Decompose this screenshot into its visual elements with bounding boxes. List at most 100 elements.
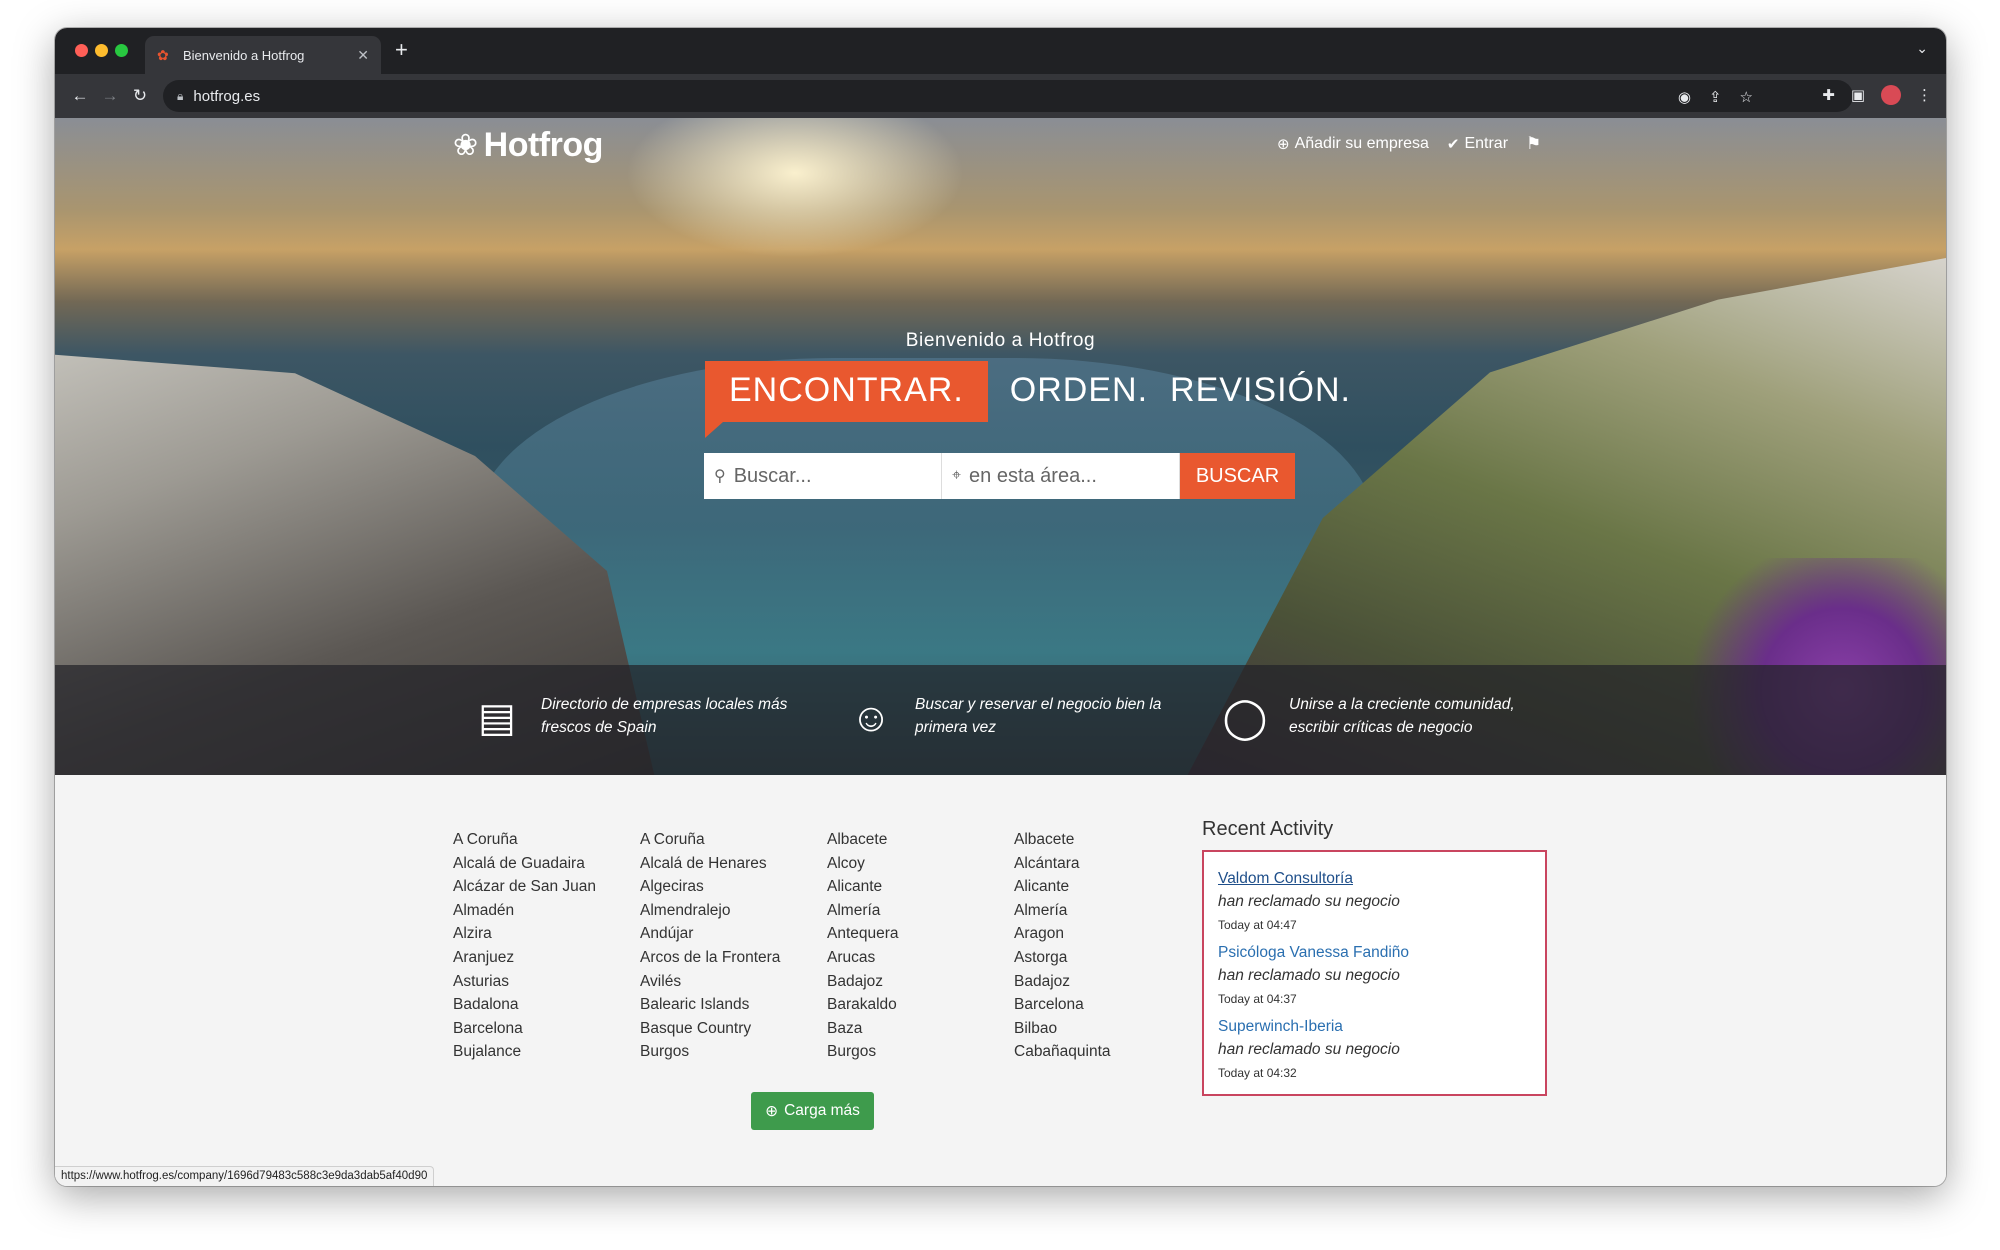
location-link[interactable]: Almadén — [453, 899, 640, 923]
activity-business-link[interactable]: Superwinch-Iberia — [1218, 1016, 1531, 1038]
flag-icon[interactable]: ⚑ — [1526, 134, 1541, 154]
location-link[interactable]: Antequera — [827, 922, 1014, 946]
location-link[interactable]: Aragon — [1014, 922, 1201, 946]
location-link[interactable]: Burgos — [640, 1040, 827, 1064]
tab-close-icon[interactable]: ✕ — [357, 47, 369, 64]
location-link[interactable]: Bilbao — [1014, 1017, 1201, 1041]
location-link[interactable]: Balearic Islands — [640, 993, 827, 1017]
location-columns: A Coruña Alcalá de Guadaira Alcázar de S… — [453, 828, 1201, 1064]
extensions-icon[interactable]: ✚ — [1822, 86, 1835, 104]
page-content: ❀ Hotfrog ⊕ Añadir su empresa ✔ Entrar ⚑… — [55, 118, 1946, 1186]
activity-item: Superwinch-Iberia han reclamado su negoc… — [1218, 1016, 1531, 1084]
share-icon[interactable]: ⇪ — [1709, 88, 1722, 106]
hotfrog-logo[interactable]: ❀ Hotfrog — [453, 126, 603, 165]
activity-description: han reclamado su negocio — [1218, 893, 1400, 910]
activity-time: Today at 04:47 — [1218, 918, 1297, 932]
search-input[interactable] — [733, 464, 924, 488]
browser-window: ✿ Bienvenido a Hotfrog ✕ + ⌄ ← → ↻ 🔒︎ ho… — [55, 28, 1946, 1186]
feature-text: Directorio de empresas locales más fresc… — [541, 696, 788, 736]
menu-kebab-icon[interactable]: ⋮ — [1917, 86, 1932, 104]
location-link[interactable]: Avilés — [640, 970, 827, 994]
feature-text: Unirse a la creciente comunidad, escribi… — [1289, 696, 1515, 736]
recent-activity-panel: Valdom Consultoría han reclamado su nego… — [1202, 850, 1547, 1096]
bookmark-star-icon[interactable]: ☆ — [1740, 88, 1753, 106]
feature-search: ☺ Buscar y reservar el negocio bien la p… — [845, 693, 1180, 743]
activity-business-link[interactable]: Valdom Consultoría — [1218, 868, 1531, 890]
location-column: Albacete Alcoy Alicante Almería Antequer… — [827, 828, 1014, 1064]
close-window-button[interactable] — [75, 44, 88, 57]
location-link[interactable]: Barakaldo — [827, 993, 1014, 1017]
location-link[interactable]: Almendralejo — [640, 899, 827, 923]
search-field[interactable]: ⚲ — [704, 453, 942, 499]
profile-avatar[interactable] — [1881, 85, 1901, 105]
location-link[interactable]: Basque Country — [640, 1017, 827, 1041]
url-text[interactable]: hotfrog.es — [193, 88, 260, 105]
location-link[interactable]: Alcántara — [1014, 852, 1201, 876]
address-bar[interactable]: 🔒︎ hotfrog.es ◉ ⇪ ☆ — [163, 80, 1853, 112]
location-link[interactable]: A Coruña — [453, 828, 640, 852]
location-link[interactable]: Alicante — [827, 875, 1014, 899]
location-link[interactable]: Alcoy — [827, 852, 1014, 876]
location-link[interactable]: Barcelona — [453, 1017, 640, 1041]
tagline-find: ENCONTRAR. — [705, 361, 988, 438]
location-link[interactable]: Bujalance — [453, 1040, 640, 1064]
status-bar-url: https://www.hotfrog.es/company/1696d7948… — [55, 1166, 435, 1186]
location-link[interactable]: Cabañaquinta — [1014, 1040, 1201, 1064]
browser-tab[interactable]: ✿ Bienvenido a Hotfrog ✕ — [145, 36, 381, 74]
feature-community: ◯ Unirse a la creciente comunidad, escri… — [1219, 693, 1554, 743]
lock-icon[interactable]: 🔒︎ — [177, 89, 183, 104]
location-link[interactable]: Alcalá de Guadaira — [453, 852, 640, 876]
activity-item: Psicóloga Vanessa Fandiño han reclamado … — [1218, 942, 1531, 1010]
location-link[interactable]: Badalona — [453, 993, 640, 1017]
location-link[interactable]: Aranjuez — [453, 946, 640, 970]
location-input[interactable] — [969, 464, 1160, 488]
location-link[interactable]: Burgos — [827, 1040, 1014, 1064]
activity-business-link[interactable]: Psicóloga Vanessa Fandiño — [1218, 942, 1531, 964]
location-link[interactable]: Almería — [1014, 899, 1201, 923]
location-link[interactable]: Albacete — [1014, 828, 1201, 852]
plus-circle-icon: ⊕ — [765, 1102, 779, 1120]
location-link[interactable]: Alzira — [453, 922, 640, 946]
user-icon: ☺ — [850, 696, 892, 740]
location-link[interactable]: Astorga — [1014, 946, 1201, 970]
location-link[interactable]: Alicante — [1014, 875, 1201, 899]
location-column: A Coruña Alcalá de Henares Algeciras Alm… — [640, 828, 827, 1064]
location-link[interactable]: Algeciras — [640, 875, 827, 899]
location-link[interactable]: Albacete — [827, 828, 1014, 852]
check-circle-icon: ✔ — [1446, 136, 1460, 153]
forward-icon[interactable]: → — [95, 86, 125, 106]
reload-icon[interactable]: ↻ — [125, 86, 155, 106]
location-link[interactable]: A Coruña — [640, 828, 827, 852]
location-link[interactable]: Andújar — [640, 922, 827, 946]
new-tab-button[interactable]: + — [395, 37, 408, 63]
location-link[interactable]: Asturias — [453, 970, 640, 994]
search-bar: ⚲ ⌖ BUSCAR — [704, 453, 1295, 499]
activity-time: Today at 04:37 — [1218, 992, 1297, 1006]
tab-search-chevron-icon[interactable]: ⌄ — [1916, 40, 1928, 57]
login-link[interactable]: ✔ Entrar — [1447, 135, 1508, 153]
location-link[interactable]: Badajoz — [1014, 970, 1201, 994]
map-pin-icon: ⌖ — [952, 467, 962, 484]
location-link[interactable]: Arcos de la Frontera — [640, 946, 827, 970]
google-lens-icon[interactable]: ◉ — [1678, 88, 1691, 106]
top-nav: ⊕ Añadir su empresa ✔ Entrar ⚑ — [1277, 134, 1541, 154]
location-link[interactable]: Barcelona — [1014, 993, 1201, 1017]
tagline: ENCONTRAR. ORDEN. REVISIÓN. — [705, 361, 1351, 438]
location-field[interactable]: ⌖ — [942, 453, 1180, 499]
location-link[interactable]: Arucas — [827, 946, 1014, 970]
search-button[interactable]: BUSCAR — [1180, 453, 1295, 499]
location-link[interactable]: Alcázar de San Juan — [453, 875, 640, 899]
maximize-window-button[interactable] — [115, 44, 128, 57]
location-link[interactable]: Almería — [827, 899, 1014, 923]
feature-directory: ▤ Directorio de empresas locales más fre… — [471, 693, 806, 743]
location-link[interactable]: Baza — [827, 1017, 1014, 1041]
side-panel-icon[interactable]: ▣ — [1851, 86, 1865, 104]
add-business-link[interactable]: ⊕ Añadir su empresa — [1277, 135, 1429, 153]
recent-activity-title: Recent Activity — [1202, 818, 1334, 840]
load-more-button[interactable]: ⊕ Carga más — [751, 1092, 874, 1130]
location-link[interactable]: Alcalá de Henares — [640, 852, 827, 876]
login-label: Entrar — [1464, 135, 1509, 152]
location-link[interactable]: Badajoz — [827, 970, 1014, 994]
back-icon[interactable]: ← — [65, 86, 95, 106]
minimize-window-button[interactable] — [95, 44, 108, 57]
